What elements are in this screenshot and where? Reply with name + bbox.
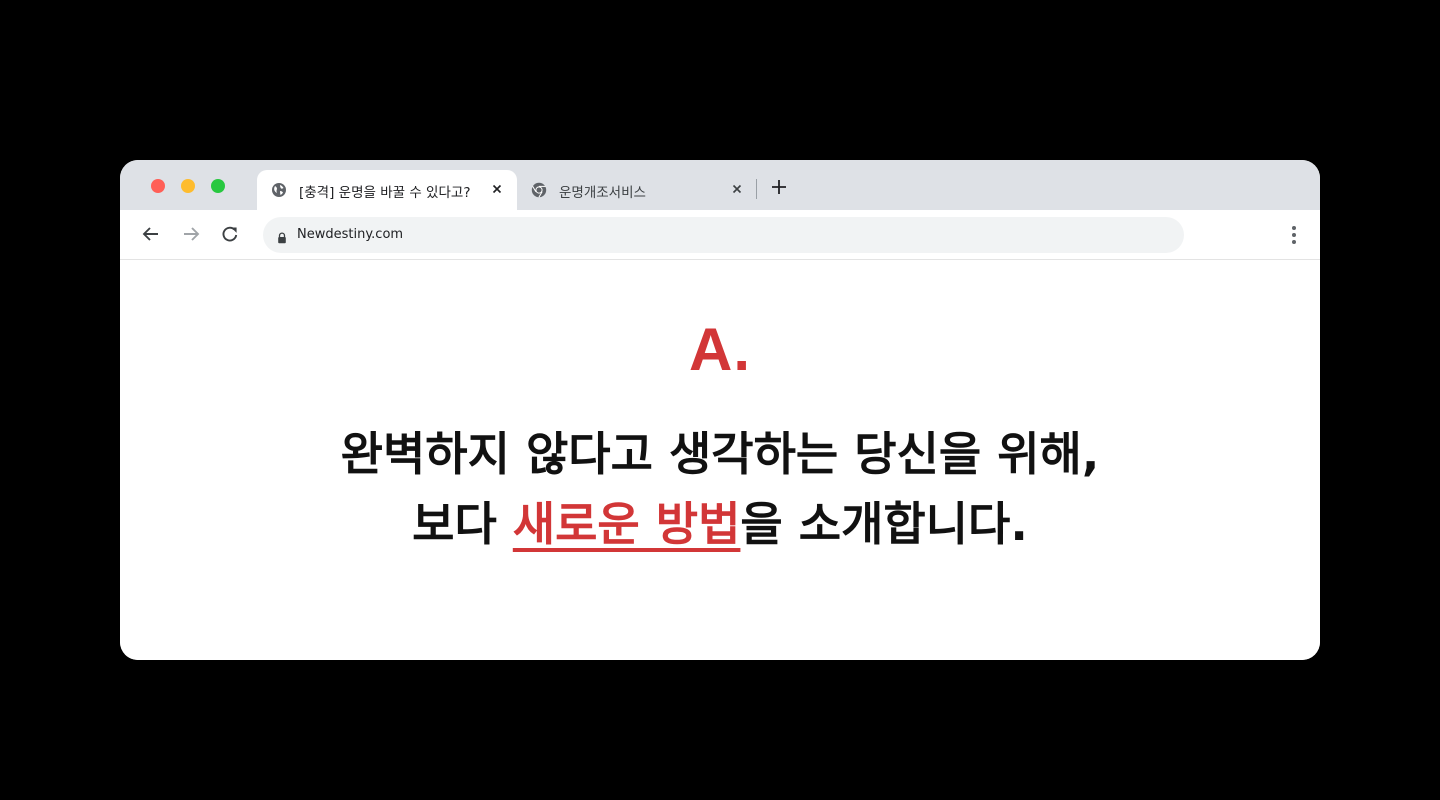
tab-divider: [756, 179, 757, 199]
close-tab-icon[interactable]: [729, 181, 745, 197]
tab-bar: [충격] 운명을 바꿀 수 있다고? 운명개조서비스: [120, 160, 1320, 210]
arrow-left-icon: [142, 227, 158, 241]
more-vert-icon: [1292, 226, 1296, 244]
browser-window: [충격] 운명을 바꿀 수 있다고? 운명개조서비스 Newdestiny.co…: [120, 160, 1320, 660]
lock-icon: [276, 229, 288, 244]
minimize-window-button[interactable]: [181, 179, 195, 193]
headline-text: 을 소개합니다.: [740, 497, 1028, 551]
headline-highlight: 새로운 방법: [512, 497, 741, 551]
forward-button[interactable]: [180, 223, 202, 245]
plus-icon: [772, 180, 786, 194]
tab-title: [충격] 운명을 바꿀 수 있다고?: [299, 185, 471, 201]
headline-line-1: 완벽하지 않다고 생각하는 당신을 위해,: [340, 427, 1100, 481]
globe-icon: [271, 182, 287, 198]
arrow-right-icon: [184, 227, 200, 241]
brand-logo: A.: [689, 316, 751, 383]
back-button[interactable]: [140, 223, 162, 245]
maximize-window-button[interactable]: [211, 179, 225, 193]
menu-button[interactable]: [1284, 224, 1304, 246]
tab-title: 운명개조서비스: [559, 185, 646, 201]
tab-active[interactable]: [충격] 운명을 바꿀 수 있다고?: [257, 170, 517, 210]
headline-text: 보다: [412, 497, 513, 551]
address-bar[interactable]: Newdestiny.com: [263, 217, 1184, 253]
browser-toolbar: Newdestiny.com: [120, 210, 1320, 260]
page-content: A. 완벽하지 않다고 생각하는 당신을 위해, 보다 새로운 방법을 소개합니…: [120, 260, 1320, 660]
headline-line-2: 보다 새로운 방법을 소개합니다.: [120, 494, 1320, 554]
reload-icon: [222, 226, 238, 242]
close-tab-icon[interactable]: [489, 181, 505, 197]
close-window-button[interactable]: [151, 179, 165, 193]
reload-button[interactable]: [219, 223, 241, 245]
new-tab-button[interactable]: [769, 177, 789, 197]
tab-inactive[interactable]: 운명개조서비스: [517, 170, 757, 210]
chrome-icon: [531, 182, 547, 198]
url-text: Newdestiny.com: [297, 227, 404, 242]
